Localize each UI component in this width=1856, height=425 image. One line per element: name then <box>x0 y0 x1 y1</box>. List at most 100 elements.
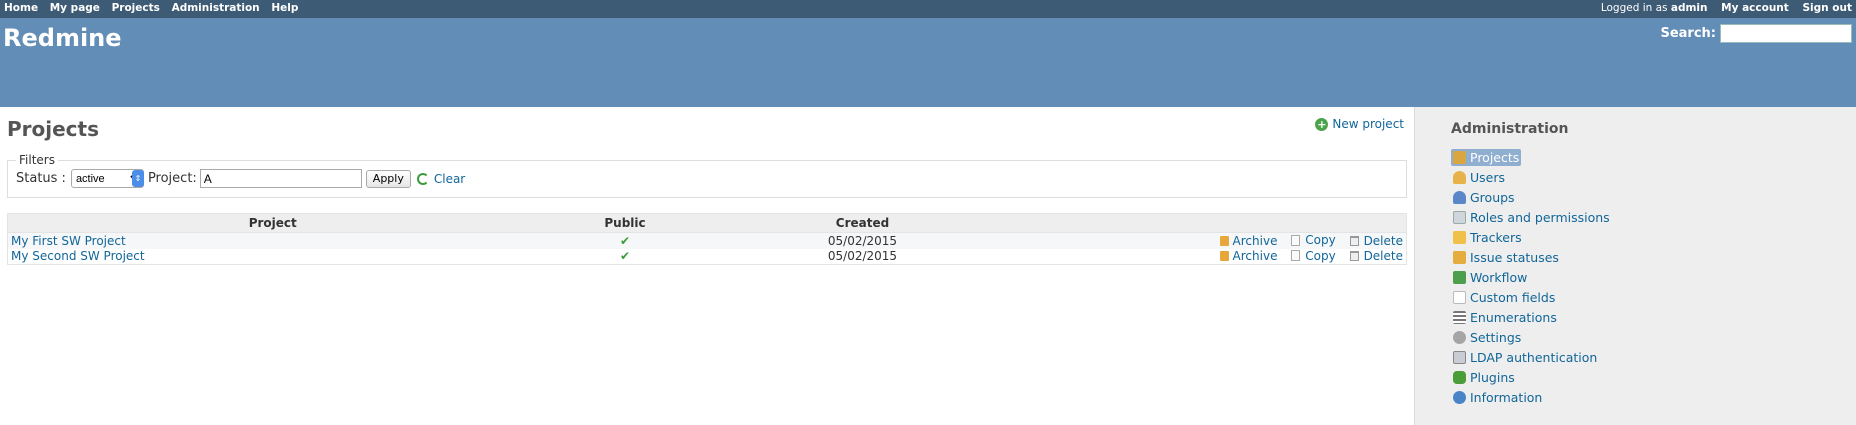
filter-row: Status : active ⇕ Project: Apply Clear <box>16 169 1398 188</box>
sidebar-link-workflow[interactable]: Workflow <box>1451 269 1529 286</box>
table-row: My First SW Project ✔ 05/02/2015 Archive… <box>7 232 1407 249</box>
header: Redmine Search: <box>0 18 1856 107</box>
row-actions: Archive Copy Delete <box>1013 249 1407 265</box>
table-row: My Second SW Project ✔ 05/02/2015 Archiv… <box>7 248 1407 265</box>
sidebar-item-label: Trackers <box>1470 229 1522 245</box>
sidebar-link-ldap[interactable]: LDAP authentication <box>1451 349 1599 366</box>
sidebar-link-issue-statuses[interactable]: Issue statuses <box>1451 249 1561 266</box>
plugins-icon <box>1453 370 1466 384</box>
sidebar-item-enumerations: Enumerations <box>1451 307 1856 327</box>
sidebar-item-roles: Roles and permissions <box>1451 207 1856 227</box>
sidebar-item-label: Settings <box>1470 329 1522 345</box>
delete-button[interactable]: Delete <box>1349 249 1403 263</box>
apply-button[interactable]: Apply <box>365 169 411 188</box>
status-label: Status : <box>16 171 66 186</box>
reload-icon <box>416 172 429 185</box>
sidebar-item-plugins: Plugins <box>1451 367 1856 387</box>
roles-icon <box>1453 210 1466 224</box>
sidebar-item-workflow: Workflow <box>1451 267 1856 287</box>
sidebar-link-users[interactable]: Users <box>1451 169 1507 186</box>
content: Projects + New project Filters Status : a… <box>0 107 1414 425</box>
public-check-icon: ✔ <box>619 249 631 264</box>
sign-out-link[interactable]: Sign out <box>1802 2 1852 14</box>
sidebar-item-projects: Projects <box>1451 147 1856 167</box>
sidebar-link-information[interactable]: Information <box>1451 389 1544 406</box>
sidebar-link-custom-fields[interactable]: Custom fields <box>1451 289 1557 306</box>
quick-search: Search: <box>1660 24 1852 43</box>
copy-button[interactable]: Copy <box>1291 248 1336 263</box>
header-public: Public <box>537 213 713 233</box>
filters-fieldset: Filters Status : active ⇕ Project: Apply… <box>7 153 1407 198</box>
copy-label: Copy <box>1305 233 1336 247</box>
sidebar-link-groups[interactable]: Groups <box>1451 189 1517 206</box>
projects-icon <box>1453 150 1466 164</box>
filters-legend[interactable]: Filters <box>16 153 58 167</box>
new-project-link[interactable]: + New project <box>1315 117 1404 131</box>
search-label: Search: <box>1660 26 1716 41</box>
settings-icon <box>1453 330 1466 344</box>
archive-label: Archive <box>1232 233 1278 248</box>
copy-button[interactable]: Copy <box>1291 233 1336 247</box>
custom-fields-icon <box>1453 290 1466 304</box>
delete-label: Delete <box>1363 249 1403 263</box>
project-name-cell: My Second SW Project <box>8 249 538 265</box>
top-link-administration[interactable]: Administration <box>172 2 260 14</box>
new-project-label: New project <box>1332 117 1404 131</box>
header-project: Project <box>7 213 538 233</box>
top-link-help[interactable]: Help <box>271 2 298 14</box>
sidebar-item-label: Groups <box>1470 189 1515 205</box>
project-link[interactable]: My First SW Project <box>11 234 126 248</box>
logged-in-prefix: Logged in as <box>1600 2 1668 14</box>
sidebar-item-label: LDAP authentication <box>1470 349 1598 365</box>
account-links: Logged in as admin My account Sign out <box>1601 2 1852 14</box>
clear-link[interactable]: Clear <box>416 171 466 186</box>
sidebar-item-issue-statuses: Issue statuses <box>1451 247 1856 267</box>
page-title: Projects <box>7 117 100 141</box>
main: Projects + New project Filters Status : a… <box>0 107 1856 425</box>
username[interactable]: admin <box>1671 2 1708 14</box>
users-icon <box>1453 170 1466 184</box>
issue-statuses-icon <box>1453 250 1466 264</box>
sidebar-link-projects[interactable]: Projects <box>1451 148 1522 166</box>
copy-label: Copy <box>1305 248 1336 263</box>
add-icon: + <box>1315 118 1329 131</box>
sidebar-item-label: Enumerations <box>1470 309 1557 325</box>
select-arrows-icon: ⇕ <box>131 170 144 187</box>
top-menu-links: Home My page Projects Administration Hel… <box>4 2 306 14</box>
trackers-icon <box>1453 230 1466 244</box>
sidebar-link-plugins[interactable]: Plugins <box>1451 369 1517 386</box>
groups-icon <box>1453 190 1466 204</box>
project-filter-input[interactable] <box>199 169 362 188</box>
delete-label: Delete <box>1363 233 1403 248</box>
archive-button[interactable]: Archive <box>1219 249 1278 263</box>
delete-button[interactable]: Delete <box>1349 233 1403 248</box>
sidebar-item-label: Issue statuses <box>1470 249 1559 265</box>
sidebar-link-enumerations[interactable]: Enumerations <box>1451 309 1559 326</box>
information-icon <box>1453 390 1466 404</box>
top-menu: Home My page Projects Administration Hel… <box>0 0 1856 18</box>
sidebar-item-custom-fields: Custom fields <box>1451 287 1856 307</box>
search-input[interactable] <box>1720 24 1852 43</box>
app-title[interactable]: Redmine <box>3 24 122 52</box>
sidebar-item-settings: Settings <box>1451 327 1856 347</box>
sidebar-link-roles[interactable]: Roles and permissions <box>1451 209 1612 226</box>
top-link-projects[interactable]: Projects <box>112 2 160 14</box>
sidebar-item-users: Users <box>1451 167 1856 187</box>
table-header-row: Project Public Created <box>7 213 1407 233</box>
project-link[interactable]: My Second SW Project <box>11 249 145 263</box>
archive-label: Archive <box>1232 249 1278 263</box>
sidebar-item-label: Workflow <box>1470 269 1528 285</box>
sidebar-link-settings[interactable]: Settings <box>1451 329 1523 346</box>
top-link-my-page[interactable]: My page <box>50 2 100 14</box>
sidebar-title: Administration <box>1451 121 1569 137</box>
archive-button[interactable]: Archive <box>1219 233 1278 248</box>
top-link-home[interactable]: Home <box>4 2 38 14</box>
clear-label: Clear <box>433 171 466 186</box>
sidebar: Administration Projects Users Groups Rol… <box>1414 107 1856 425</box>
trash-icon <box>1349 251 1359 261</box>
sidebar-item-trackers: Trackers <box>1451 227 1856 247</box>
sidebar-item-label: Projects <box>1470 149 1520 165</box>
projects-table: Project Public Created My First SW Proje… <box>7 213 1407 265</box>
sidebar-link-trackers[interactable]: Trackers <box>1451 229 1524 246</box>
my-account-link[interactable]: My account <box>1721 2 1789 14</box>
